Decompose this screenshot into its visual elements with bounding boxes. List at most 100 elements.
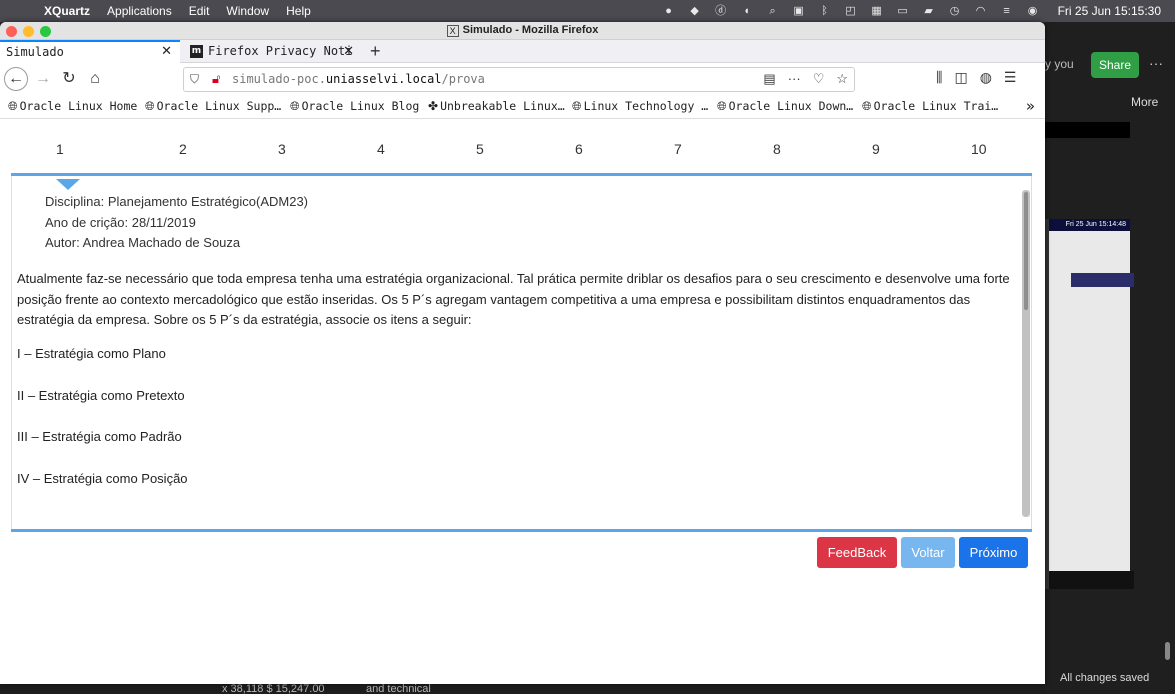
question-number[interactable]: 6 [575,141,583,157]
bookmark-item[interactable]: 🌐︎ Oracle Linux Down… [717,99,853,114]
question-item: I – Estratégia como Plano [17,346,166,361]
battery-icon[interactable]: ▰ [922,5,936,17]
bookmark-item[interactable]: 🌐︎ Oracle Linux Home [8,99,137,114]
question-number[interactable]: 3 [278,141,286,157]
question-number[interactable]: 8 [773,141,781,157]
status-area: ● ◆ ⓓ ◖ ⌕ ▣ ᛒ ◰ ▦ ▭ ▰ ◷ ◠ ≡ ◉ Fri 25 Jun… [662,0,1161,22]
bookmark-star-icon[interactable]: ☆ [836,71,848,87]
background-app: y you Share ··· More Fri 25 Jun 15:14:48… [1045,22,1175,694]
window-tool-icon[interactable]: ◰ [844,5,858,17]
dropbox-icon[interactable]: ◆ [688,5,702,17]
bg-mini-screenshot: Fri 25 Jun 15:14:48 [1045,219,1134,589]
author-text: Autor: Andrea Machado de Souza [45,235,241,250]
question-statement: Atualmente faz-se necessário que toda em… [17,271,1010,327]
pin-icon[interactable]: ◖ [740,5,754,17]
bluetooth-icon[interactable]: ᛒ [818,5,832,17]
globe-icon: 🌐︎ [290,99,300,113]
question-number[interactable]: 10 [971,141,987,157]
wifi-icon[interactable]: ◠ [974,5,988,17]
bookmarks-toolbar: 🌐︎ Oracle Linux Home 🌐︎ Oracle Linux Supp…… [0,95,1045,119]
url-text[interactable]: simulado-poc.uniasselvi.local/prova [232,72,485,86]
question-scrollbar[interactable] [1022,190,1030,517]
search-icon[interactable]: ⌕ [766,5,780,17]
bg-black-strip [1045,122,1130,138]
question-item: II – Estratégia como Pretexto [17,388,185,403]
macos-menubar: XQuartz Applications Edit Window Help ● … [0,0,1175,22]
forward-button[interactable]: → [32,68,54,90]
question-navigator: 1 2 3 4 5 6 7 8 9 10 [0,123,1045,173]
reload-button[interactable]: ↻ [58,68,80,90]
time-machine-icon[interactable]: ◷ [948,5,962,17]
bookmark-item[interactable]: 🌐︎ Oracle Linux Supp… [145,99,281,114]
bookmark-item[interactable]: 🌐︎ Oracle Linux Blog [290,99,419,114]
home-button[interactable]: ⌂ [84,68,106,90]
display-icon[interactable]: ▭ [896,5,910,17]
tab-close-icon[interactable]: ✕ [161,42,172,62]
hamburger-menu-icon[interactable]: ☰ [1004,69,1017,86]
tracking-shield-icon[interactable]: ⛉ [190,72,199,87]
bg-more-menu[interactable]: More [1131,95,1158,109]
menu-applications[interactable]: Applications [107,4,172,18]
bookmark-item[interactable]: 🌐︎ Oracle Linux Trai… [862,99,998,114]
next-question-button[interactable]: Próximo [959,537,1028,568]
question-item: III – Estratégia como Padrão [17,429,182,444]
d-app-icon[interactable]: ⓓ [714,5,728,17]
question-number[interactable]: 7 [674,141,682,157]
url-actions: ▤ ··· ♡ ☆ [763,71,848,87]
tab-simulado[interactable]: Simulado ✕ [0,40,180,63]
bg-more-dots-icon[interactable]: ··· [1149,55,1163,71]
tab-firefox-privacy[interactable]: m Firefox Privacy Noti ✕ [182,40,362,63]
question-number[interactable]: 4 [377,141,385,157]
pocket-icon[interactable]: ♡ [813,71,825,87]
bookmark-item[interactable]: 🌐︎ Linux Technology … [572,99,708,114]
library-icon[interactable]: ⫼ [936,69,942,86]
siri-icon[interactable]: ◉ [1026,5,1040,17]
menu-help[interactable]: Help [286,4,311,18]
new-tab-button[interactable]: + [370,40,381,62]
bg-mini-nav [1071,273,1134,287]
bg-you-text: y you [1045,57,1074,71]
question-panel: Disciplina: Planejamento Estratégico(ADM… [11,176,1032,529]
scrollbar-thumb[interactable] [1024,192,1028,310]
page-actions-icon[interactable]: ··· [788,71,801,87]
tab-favicon-icon: m [190,45,203,58]
sidebar-icon[interactable]: ◫ [954,69,967,86]
menu-app-name[interactable]: XQuartz [44,4,90,18]
question-item: IV – Estratégia como Posição [17,471,188,486]
back-question-button[interactable]: Voltar [901,537,955,568]
url-bar[interactable]: ⛉ 🔓︎ simulado-poc.uniasselvi.local/prova… [183,67,855,92]
bg-mini-dock [1049,571,1134,589]
window-titlebar[interactable]: X Simulado - Mozilla Firefox [0,22,1045,40]
feedback-button[interactable]: FeedBack [817,537,897,568]
menu-window[interactable]: Window [226,4,269,18]
question-number[interactable]: 5 [476,141,484,157]
reader-view-icon[interactable]: ▤ [763,71,775,87]
question-number[interactable]: 9 [872,141,880,157]
question-number[interactable]: 1 [56,141,64,157]
account-icon[interactable]: ◍ [980,69,992,86]
right-toolbar: ⫼ ◫ ◍ ☰ [936,69,1016,86]
menu-edit[interactable]: Edit [189,4,210,18]
menubar-clock[interactable]: Fri 25 Jun 15:15:30 [1058,4,1161,18]
created-date-text: Ano de crição: 28/11/2019 [45,214,196,230]
bg-share-button[interactable]: Share [1091,52,1139,78]
discipline-text: Disciplina: Planejamento Estratégico(ADM… [45,194,309,209]
layout-icon[interactable]: ▦ [870,5,884,17]
back-button[interactable]: ← [4,67,28,91]
linux-penguin-icon: ✤ [428,99,439,113]
tab-close-icon[interactable]: ✕ [343,40,354,63]
bg-scrollbar[interactable] [1165,642,1170,660]
question-number[interactable]: 2 [179,141,187,157]
evernote-icon[interactable]: ● [662,5,676,17]
insecure-lock-icon[interactable]: 🔓︎ [212,71,220,87]
bookmarks-overflow-icon[interactable]: » [1026,97,1035,115]
behind-text-1: x 38,118 $ 15,247.00 [222,683,325,694]
globe-icon: 🌐︎ [8,99,18,113]
x11-icon: X [446,25,459,37]
screenshot-icon[interactable]: ▣ [792,5,806,17]
control-center-icon[interactable]: ≡ [1000,5,1014,17]
window-title: X Simulado - Mozilla Firefox [0,24,1045,37]
globe-icon: 🌐︎ [145,99,155,113]
globe-icon: 🌐︎ [572,99,582,113]
bookmark-item[interactable]: ✤ Unbreakable Linux… [428,99,565,113]
